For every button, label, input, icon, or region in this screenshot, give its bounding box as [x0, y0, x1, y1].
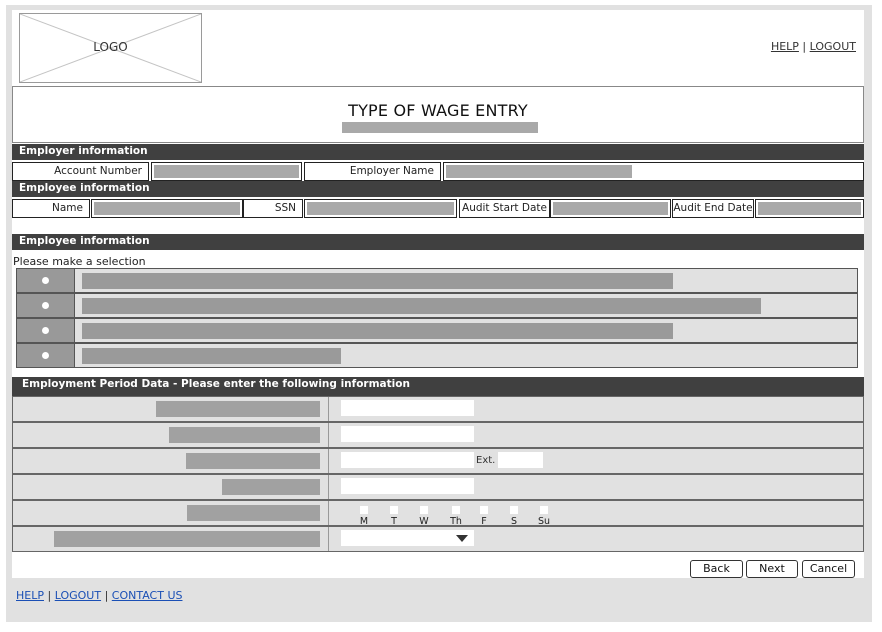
audit-end-date-label: Audit End Date	[672, 199, 754, 218]
footer-links: HELP | LOGOUT | CONTACT US	[16, 589, 182, 602]
field-label-placeholder	[54, 531, 320, 547]
ssn-field[interactable]	[304, 199, 457, 218]
radio-dot-icon	[42, 277, 49, 284]
employer-name-field[interactable]	[443, 162, 864, 181]
radio-dot-icon	[42, 302, 49, 309]
employer-info-row: Account Number Employer Name	[12, 162, 864, 181]
period-row	[12, 526, 864, 552]
ext-input[interactable]	[498, 452, 543, 468]
period-row	[12, 422, 864, 448]
day-checkbox-thursday[interactable]: Th	[449, 506, 463, 527]
period-row	[12, 474, 864, 500]
option-label-placeholder	[82, 273, 673, 289]
period-select[interactable]	[341, 530, 474, 546]
field-label-placeholder	[169, 427, 320, 443]
logo-placeholder: LOGO	[19, 13, 202, 83]
option-label-placeholder	[82, 298, 761, 314]
employee-info-row: Name SSN Audit Start Date Audit End Date	[12, 199, 864, 218]
logout-link[interactable]: LOGOUT	[810, 40, 856, 53]
account-number-label: Account Number	[12, 162, 149, 181]
audit-start-date-field[interactable]	[550, 199, 671, 218]
ext-label: Ext.	[476, 455, 496, 466]
field-label-placeholder	[187, 505, 320, 521]
employer-name-label: Employer Name	[304, 162, 441, 181]
radio-button[interactable]	[17, 344, 75, 367]
phone-input[interactable]	[341, 452, 474, 468]
radio-button[interactable]	[17, 319, 75, 342]
next-button[interactable]: Next	[746, 560, 798, 578]
radio-button[interactable]	[17, 269, 75, 292]
radio-button[interactable]	[17, 294, 75, 317]
employer-section-header: Employer information	[12, 144, 864, 160]
option-label-placeholder	[82, 348, 341, 364]
selection-option[interactable]	[16, 293, 858, 318]
day-checkbox-monday[interactable]: M	[359, 506, 369, 527]
radio-dot-icon	[42, 352, 49, 359]
name-field[interactable]	[91, 199, 243, 218]
help-link[interactable]: HELP	[771, 40, 799, 53]
period-input[interactable]	[341, 400, 474, 416]
header-links: HELP | LOGOUT	[771, 40, 856, 53]
selection-option[interactable]	[16, 343, 858, 368]
radio-dot-icon	[42, 327, 49, 334]
option-label-placeholder	[82, 323, 673, 339]
name-label: Name	[12, 199, 90, 218]
period-row-days: M T W Th F S Su	[12, 500, 864, 527]
period-input[interactable]	[341, 478, 474, 494]
selection-option[interactable]	[16, 318, 858, 343]
field-label-placeholder	[222, 479, 320, 495]
day-checkbox-tuesday[interactable]: T	[389, 506, 399, 527]
audit-end-date-field[interactable]	[755, 199, 864, 218]
link-separator: |	[802, 40, 807, 53]
period-row: Ext.	[12, 448, 864, 474]
period-row	[12, 396, 864, 422]
title-placeholder-bar	[342, 122, 538, 133]
footer-separator: |	[104, 589, 109, 602]
footer-logout-link[interactable]: LOGOUT	[55, 589, 101, 602]
logo-text: LOGO	[93, 40, 128, 54]
footer-help-link[interactable]: HELP	[16, 589, 44, 602]
employee-section-header: Employee information	[12, 181, 864, 197]
selection-option[interactable]	[16, 268, 858, 293]
field-label-placeholder	[186, 453, 320, 469]
day-checkbox-sunday[interactable]: Su	[537, 506, 551, 527]
title-panel: TYPE OF WAGE ENTRY	[12, 86, 864, 143]
back-button[interactable]: Back	[690, 560, 743, 578]
page-title: TYPE OF WAGE ENTRY	[348, 101, 528, 120]
field-label-placeholder	[156, 401, 320, 417]
footer-contact-link[interactable]: CONTACT US	[112, 589, 183, 602]
day-checkbox-wednesday[interactable]: W	[419, 506, 429, 527]
selection-prompt: Please make a selection	[13, 255, 146, 268]
day-checkbox-friday[interactable]: F	[479, 506, 489, 527]
dropdown-arrow-icon	[456, 535, 468, 542]
audit-start-date-label: Audit Start Date	[459, 199, 550, 218]
selection-section-header: Employee information	[12, 234, 864, 250]
footer-separator: |	[47, 589, 52, 602]
cancel-button[interactable]: Cancel	[802, 560, 855, 578]
day-checkbox-saturday[interactable]: S	[509, 506, 519, 527]
ssn-label: SSN	[243, 199, 303, 218]
period-input[interactable]	[341, 426, 474, 442]
account-number-field[interactable]	[151, 162, 302, 181]
period-section-header: Employment Period Data - Please enter th…	[12, 377, 864, 396]
